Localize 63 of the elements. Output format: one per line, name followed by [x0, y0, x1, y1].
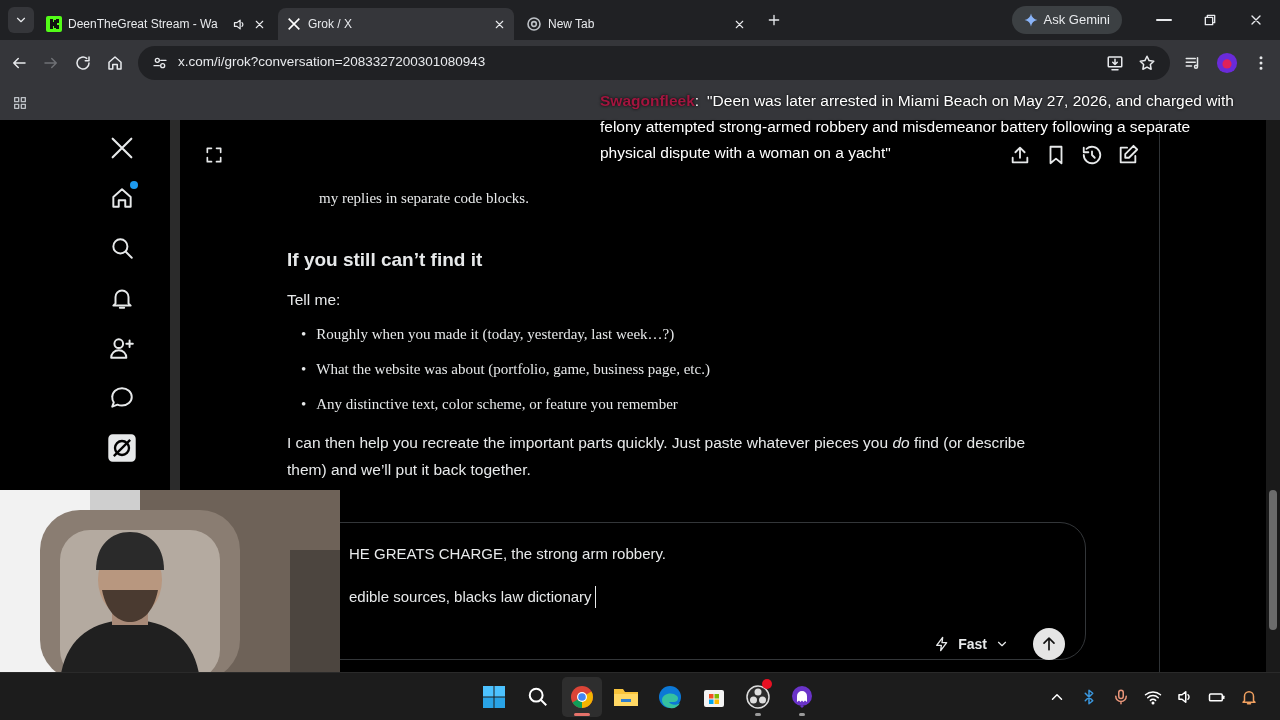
edit-icon[interactable] [1117, 144, 1139, 166]
edge-icon [658, 684, 682, 709]
address-bar[interactable]: x.com/i/grok?conversation=2083327200301080943 [138, 45, 1170, 80]
ghost-chat-icon [790, 684, 814, 709]
expand-icon[interactable] [204, 145, 224, 165]
running-indicator [574, 712, 590, 716]
bullet: • [301, 395, 307, 415]
bullet: • [301, 360, 307, 380]
notification-dot [762, 678, 772, 689]
list-item: Any distinctive text, color scheme, or feature you remember [316, 395, 678, 415]
chrome-icon [570, 684, 594, 709]
tab-list-button[interactable] [8, 7, 34, 33]
message-text: Tell me: [287, 290, 342, 310]
browser-tab[interactable]: DeenTheGreat Stream - Wa [38, 8, 274, 40]
plus-icon [766, 12, 782, 28]
home-icon [109, 185, 135, 211]
chat-message-line: felony attempted strong-armed robbery and misdemeanor battery following a separate [600, 117, 1191, 137]
windows-start-icon [482, 684, 506, 709]
browser-tab[interactable]: New Tab [518, 8, 754, 40]
x-favicon-icon [286, 16, 302, 32]
chat-message-line: "Deen was later arrested in Miami Beach on May 27, 2026, and charged with [707, 91, 1234, 111]
home-icon [106, 53, 124, 72]
share-icon[interactable] [1009, 144, 1031, 166]
search-icon [527, 685, 549, 708]
apps-grid-icon[interactable] [12, 94, 28, 111]
message-icon [109, 385, 135, 411]
microphone-icon[interactable] [1112, 687, 1130, 706]
mode-dropdown[interactable]: Fast [928, 632, 1015, 656]
globe-favicon-icon [526, 16, 542, 32]
reload-icon [74, 53, 92, 72]
chat-separator: : [694, 91, 700, 111]
restore-icon [1202, 12, 1218, 28]
search-icon [109, 235, 135, 261]
minimize-icon [1156, 18, 1172, 22]
star-icon[interactable] [1138, 53, 1156, 72]
running-indicator [799, 712, 805, 716]
taskbar-app[interactable] [562, 676, 602, 717]
running-indicator [755, 712, 761, 716]
new-tab-button[interactable] [766, 12, 782, 28]
chat-message-line: physical dispute with a woman on a yacht" [600, 143, 891, 163]
ask-gemini-button[interactable]: Ask Gemini [1011, 6, 1122, 34]
grok-icon [108, 434, 136, 462]
list-item: What the website was about (portfolio, game, business page, etc.) [316, 360, 710, 380]
home-button[interactable] [106, 53, 124, 72]
browser-tab[interactable]: Grok / X [278, 8, 514, 40]
person-plus-icon [109, 335, 135, 361]
obs-icon [746, 684, 770, 709]
chat-username: Swagonfleek [600, 91, 695, 111]
install-icon[interactable] [1106, 53, 1124, 72]
restore-button[interactable] [1202, 12, 1218, 28]
send-button[interactable] [1033, 628, 1065, 660]
history-icon[interactable] [1081, 144, 1103, 166]
bullet: • [301, 325, 307, 345]
sparkle-icon [1023, 13, 1038, 27]
reload-button[interactable] [74, 53, 92, 72]
list-item: Roughly when you made it (today, yesterday, last week…?) [316, 325, 675, 345]
message-text: my replies in separate code blocks. [319, 189, 530, 208]
section-heading: If you still can’t find it [287, 247, 484, 272]
kick-favicon-icon [46, 16, 62, 32]
scrollbar[interactable] [1266, 120, 1280, 672]
message-paragraph: I can then help you recreate the important parts quickly. Just paste whatever pieces you do find (or describe them) and we’ll put it back together. [287, 433, 1027, 481]
scrollbar[interactable] [170, 120, 180, 490]
profile-avatar-icon[interactable] [1216, 51, 1238, 74]
